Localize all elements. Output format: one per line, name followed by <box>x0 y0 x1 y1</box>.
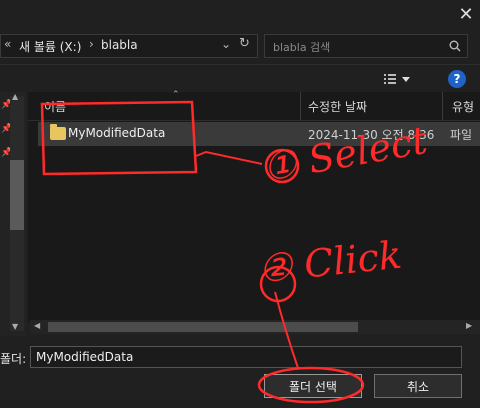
folder-icon <box>50 124 66 140</box>
cancel-button[interactable]: 취소 <box>374 374 462 398</box>
toolbar: ? <box>0 64 480 91</box>
scroll-left-icon[interactable]: ◀ <box>34 321 40 330</box>
address-row: « 새 볼륨 (X:) › blabla ⌄ ↻ blabla 검색 <box>0 34 480 58</box>
view-options-icon[interactable] <box>384 73 412 85</box>
sort-up-icon: ⌃ <box>172 90 180 100</box>
overflow-chevron-icon[interactable]: « <box>4 37 11 51</box>
address-bar[interactable]: « 새 볼륨 (X:) › blabla ⌄ ↻ <box>0 34 258 58</box>
column-divider[interactable] <box>300 92 301 120</box>
item-name: MyModifiedData <box>68 126 166 140</box>
breadcrumb-volume[interactable]: 새 볼륨 (X:) <box>19 38 81 55</box>
search-input[interactable]: blabla 검색 <box>273 39 330 55</box>
breadcrumb-separator-icon: › <box>89 37 94 51</box>
list-header: ⌃ 이름 수정한 날짜 유형 <box>28 90 480 121</box>
scroll-right-icon[interactable]: ▶ <box>466 321 472 330</box>
refresh-icon[interactable]: ↻ <box>239 36 250 51</box>
horizontal-scrollbar-thumb[interactable] <box>48 322 358 332</box>
help-icon[interactable]: ? <box>448 70 466 88</box>
search-box[interactable]: blabla 검색 <box>264 34 468 58</box>
column-type[interactable]: 유형 <box>452 98 474 115</box>
dropdown-chevron-icon[interactable]: ⌄ <box>221 37 231 51</box>
title-bar: ✕ <box>0 0 480 30</box>
scroll-up-icon[interactable]: ▲ <box>12 92 18 101</box>
nav-scrollbar-thumb[interactable] <box>10 160 24 230</box>
column-divider[interactable] <box>442 92 443 120</box>
scroll-down-icon[interactable]: ▼ <box>12 322 18 331</box>
search-icon[interactable] <box>449 40 461 52</box>
breadcrumb-folder[interactable]: blabla <box>101 38 138 52</box>
folder-name-input[interactable]: MyModifiedData <box>30 346 462 368</box>
close-icon[interactable]: ✕ <box>452 0 480 28</box>
select-folder-button[interactable]: 폴더 선택 <box>264 374 362 398</box>
item-type: 파일 <box>450 128 473 142</box>
column-name[interactable]: 이름 <box>44 98 66 115</box>
folder-label: 폴더: <box>0 352 27 366</box>
column-date[interactable]: 수정한 날짜 <box>308 98 367 115</box>
